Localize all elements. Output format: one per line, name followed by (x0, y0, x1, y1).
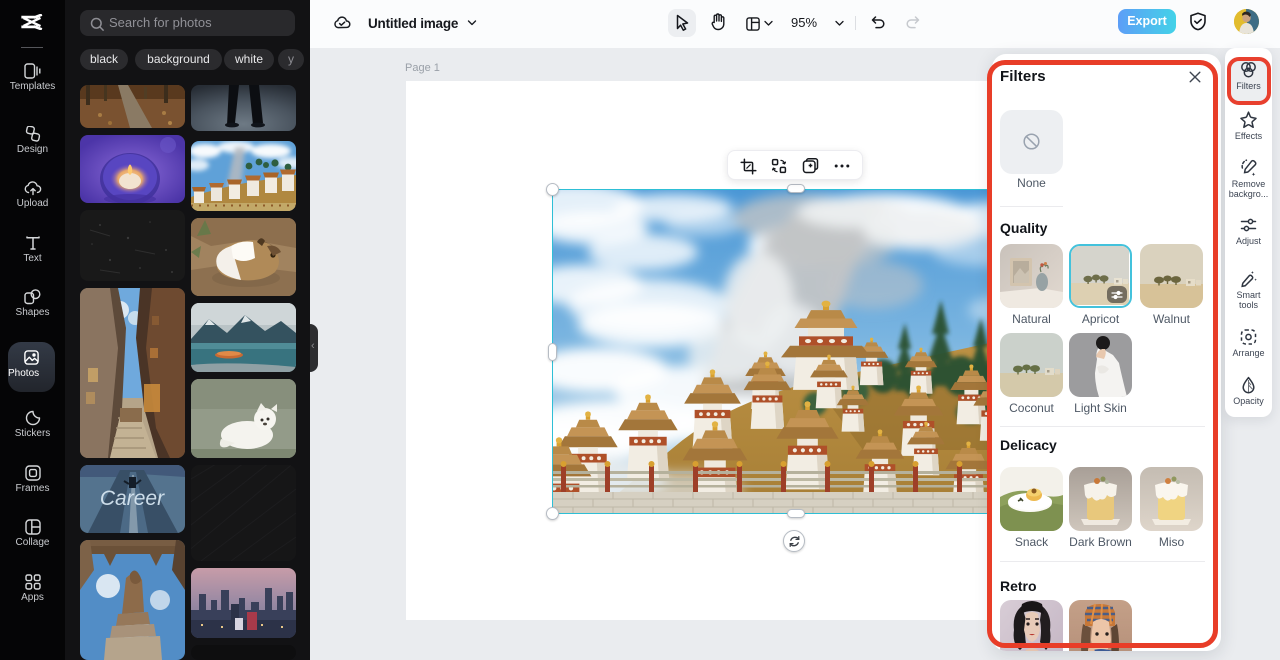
svg-text:Career: Career (100, 487, 165, 510)
